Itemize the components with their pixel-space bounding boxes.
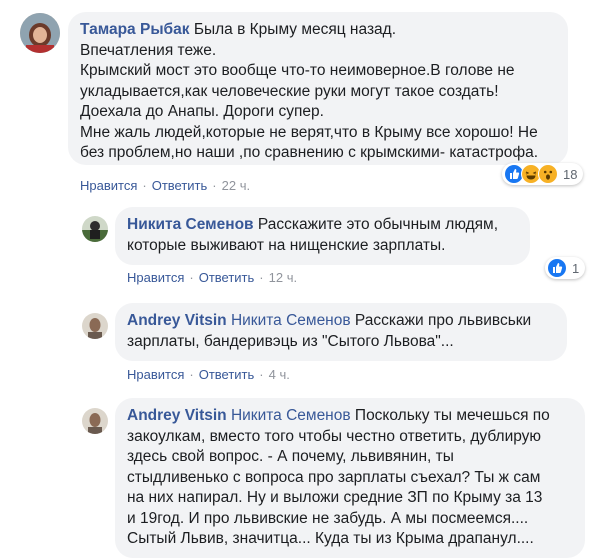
- comment-text-line: стыдливенько с вопроса про зарплаты съех…: [127, 468, 541, 486]
- comment-bubble: Никита Семенов Расскажите это обычным лю…: [115, 207, 530, 265]
- like-button[interactable]: Нравится: [127, 270, 184, 285]
- avatar[interactable]: [82, 313, 108, 339]
- avatar[interactable]: [20, 13, 60, 53]
- avatar[interactable]: [82, 408, 108, 434]
- reply-button[interactable]: Ответить: [152, 178, 208, 193]
- comment-text-line: Крымский мост это вообще что-то неимовер…: [80, 62, 515, 79]
- separator-dot: ·: [259, 270, 264, 285]
- separator-dot: ·: [259, 367, 264, 382]
- comment-text-line: Сытый Львив, значитца... Куда ты из Крым…: [127, 530, 534, 547]
- wow-icon: [538, 164, 558, 184]
- separator-dot: ·: [189, 270, 194, 285]
- comment-text-line: на них напирал. Ну и выложи средние ЗП п…: [127, 489, 543, 506]
- comment-actions: Нравится · Ответить · 4 ч.: [127, 367, 290, 382]
- mention-link[interactable]: Никита Семенов: [231, 312, 351, 329]
- mention-link[interactable]: Никита Семенов: [231, 407, 351, 424]
- like-icon: [547, 258, 567, 278]
- user-photo-icon: [20, 13, 60, 53]
- comment-author[interactable]: Andrey Vitsin: [127, 312, 227, 329]
- comment-text-line: Впечатления теже.: [80, 41, 217, 59]
- avatar[interactable]: [82, 216, 108, 242]
- reactions-summary[interactable]: 1: [545, 257, 586, 279]
- reaction-count: 1: [572, 260, 580, 276]
- reaction-count: 18: [563, 166, 578, 182]
- separator-dot: ·: [142, 178, 147, 193]
- timestamp[interactable]: 4 ч.: [269, 367, 290, 382]
- comment-text-line: и 19год. И про львивские не забудь. А мы…: [127, 509, 529, 527]
- comment-bubble: Andrey Vitsin Никита Семенов Поскольку т…: [115, 398, 585, 558]
- comment-text-line: зарплаты, бандеривэць из "Сытого Львова"…: [127, 332, 454, 350]
- user-photo-icon: [82, 216, 108, 242]
- comment-text-line: здесь свой вопрос. - А почему, львивянин…: [127, 448, 454, 465]
- like-button[interactable]: Нравится: [127, 367, 184, 382]
- reply-button[interactable]: Ответить: [199, 270, 255, 285]
- reply-button[interactable]: Ответить: [199, 367, 255, 382]
- comment-author[interactable]: Тамара Рыбак: [80, 21, 190, 38]
- comment-text-line: Доехала до Анапы. Дороги супер.: [80, 103, 324, 120]
- user-photo-icon: [82, 408, 108, 434]
- timestamp[interactable]: 22 ч.: [222, 178, 250, 193]
- comment-text-line: укладывается,как человеческие руки могут…: [80, 82, 499, 100]
- comment-author[interactable]: Никита Семенов: [127, 216, 254, 233]
- separator-dot: ·: [189, 367, 194, 382]
- comment-bubble: Тамара Рыбак Была в Крыму месяц назад. В…: [68, 12, 568, 165]
- comment-bubble: Andrey Vitsin Никита Семенов Расскажи пр…: [115, 303, 567, 361]
- user-photo-icon: [82, 313, 108, 339]
- comment-actions: Нравится · Ответить · 22 ч.: [80, 178, 250, 193]
- like-button[interactable]: Нравится: [80, 178, 137, 193]
- comment-text-line: которые выживают на нищенские зарплаты.: [127, 236, 446, 254]
- reactions-summary[interactable]: 18: [502, 163, 584, 185]
- timestamp[interactable]: 12 ч.: [269, 270, 297, 285]
- comment-text-line: Мне жаль людей,которые не верят,что в Кр…: [80, 123, 538, 141]
- separator-dot: ·: [212, 178, 217, 193]
- comment-actions: Нравится · Ответить · 12 ч.: [127, 270, 297, 285]
- comment-text-line: без проблем,но наши ,по сравнению с крым…: [80, 144, 539, 161]
- comment-author[interactable]: Andrey Vitsin: [127, 407, 227, 424]
- comment-text-line: закоулкам, вместо того чтобы честно отве…: [127, 427, 542, 445]
